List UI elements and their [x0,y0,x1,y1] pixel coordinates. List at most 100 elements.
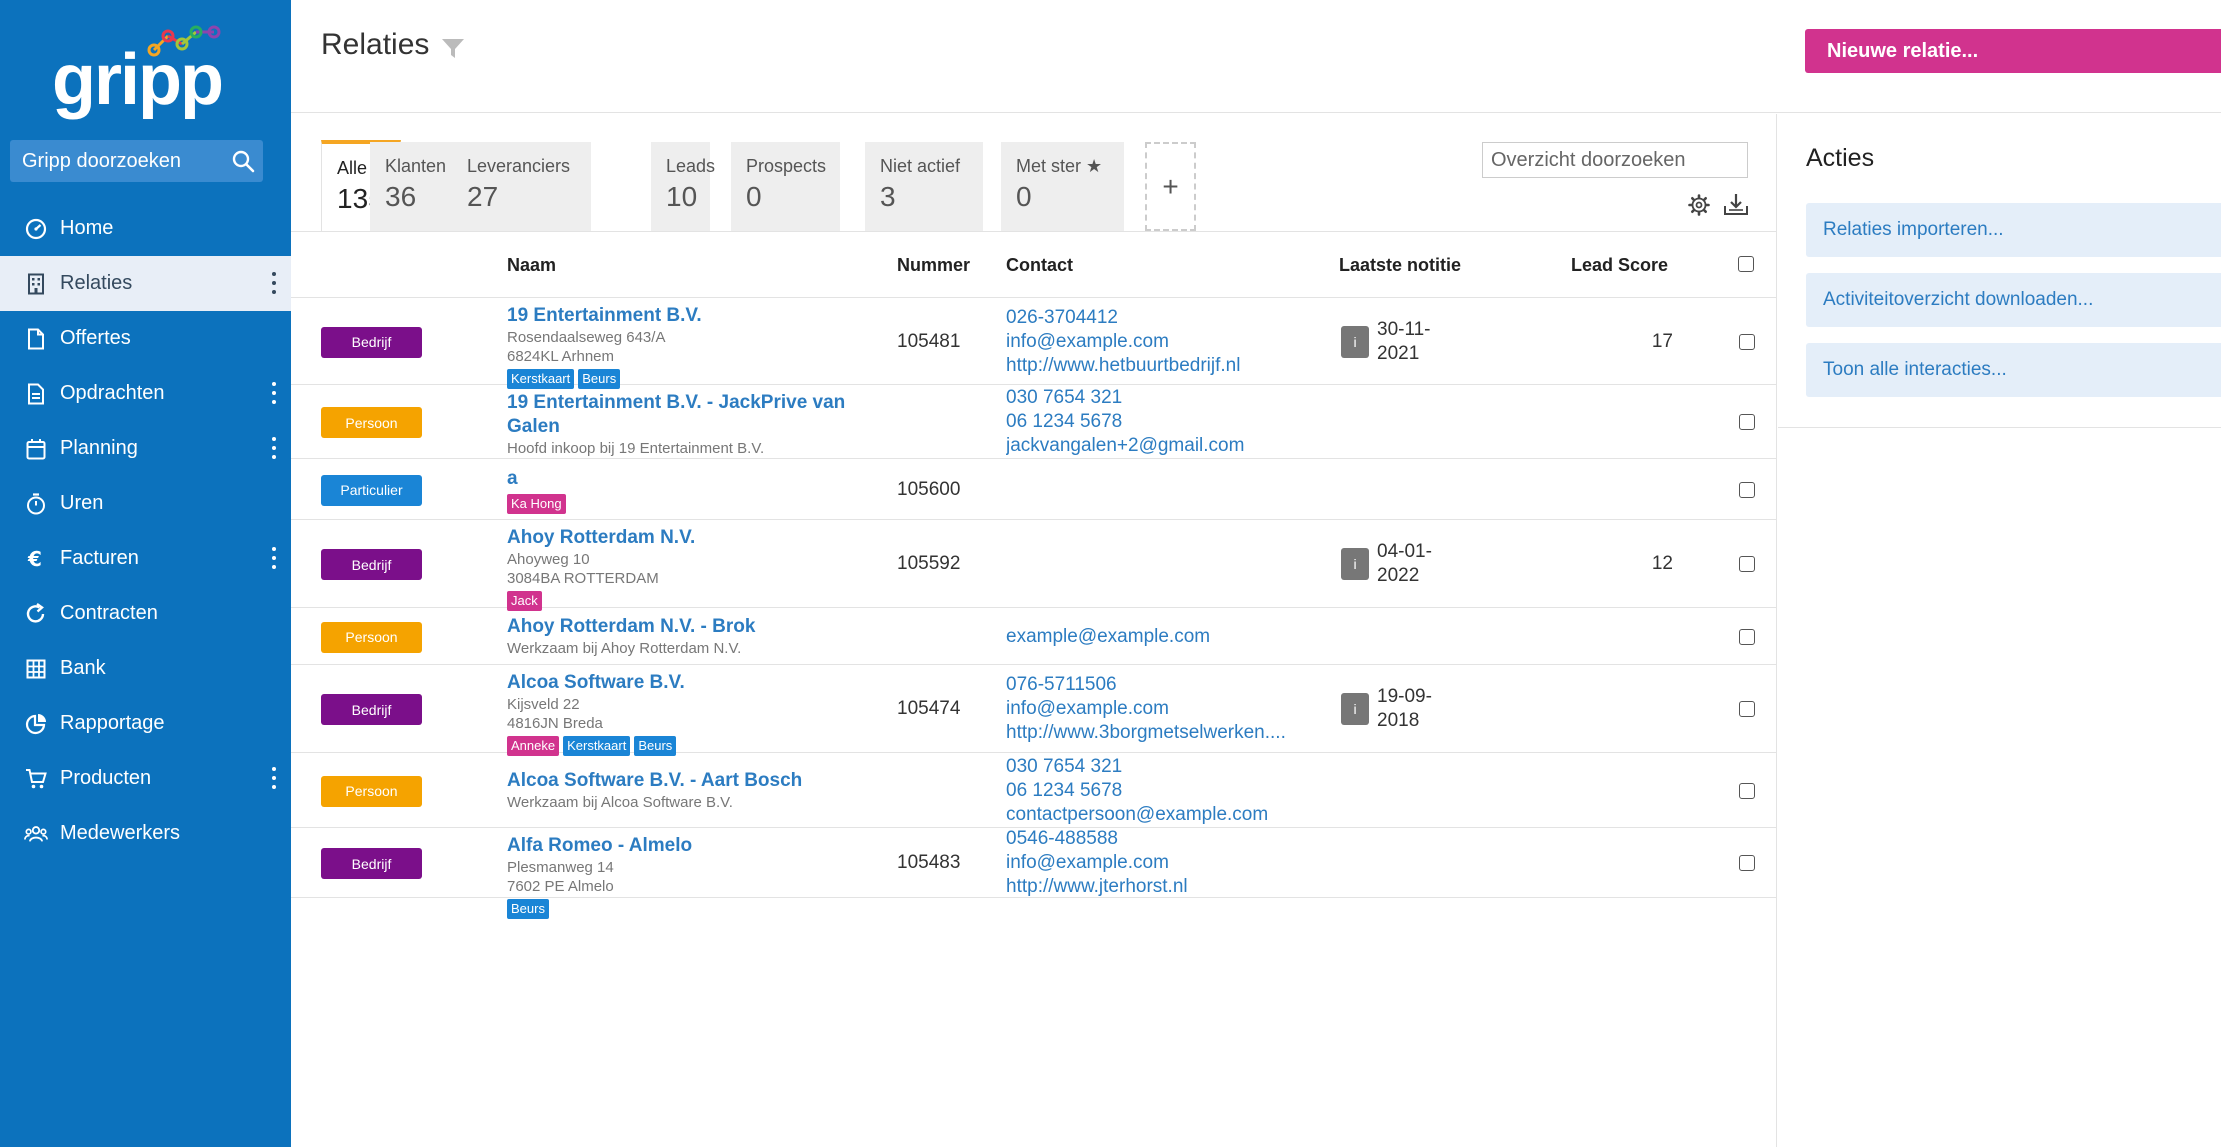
relation-type-badge: Persoon [321,621,422,653]
note-info-icon[interactable]: i [1341,693,1369,725]
main-navigation: Home Relaties Offertes Opdrachten Planning Ur… [0,201,291,861]
contact-link[interactable]: info@example.com [1006,851,1316,875]
row-checkbox[interactable] [1739,628,1755,645]
contact-link[interactable]: 0546-488588 [1006,827,1316,851]
relation-name-link[interactable]: 19 Entertainment B.V. [507,304,857,328]
tab-leveranciers[interactable]: Leveranciers 27 [452,142,591,231]
page-title: Relaties [321,28,430,61]
action-download-activity-overview-button[interactable]: Activiteitoverzicht downloaden... [1806,273,2221,327]
tab-leads[interactable]: Leads 10 [651,142,715,231]
nav-item-offertes[interactable]: Offertes [0,311,291,366]
relation-name-link[interactable]: Alfa Romeo - Almelo [507,834,857,858]
contact-cell: example@example.com [1006,625,1316,649]
tag-label[interactable]: Beurs [507,899,549,919]
contact-link[interactable]: example@example.com [1006,625,1316,649]
row-checkbox[interactable] [1739,556,1755,572]
nav-item-opdrachten[interactable]: Opdrachten [0,366,291,421]
nav-item-uren[interactable]: Uren [0,476,291,531]
select-all-checkbox[interactable] [1738,256,1754,272]
download-icon[interactable] [1723,192,1749,221]
global-search-input[interactable]: Gripp doorzoeken [10,140,263,182]
relation-type-badge: Bedrijf [321,549,422,580]
nav-item-medewerkers[interactable]: Medewerkers [0,806,291,861]
tab-klanten[interactable]: Klanten 36 [370,142,452,231]
relation-subtitle: 6824KL Arhnem [507,348,615,365]
row-checkbox[interactable] [1739,333,1755,350]
contact-link[interactable]: info@example.com [1006,697,1316,721]
nav-item-contracten[interactable]: Contracten [0,586,291,641]
nav-item-planning[interactable]: Planning [0,421,291,476]
filter-icon[interactable] [441,38,465,65]
contact-link[interactable]: 06 1234 5678 [1006,779,1316,803]
last-note-cell: i 19-09- 2018 [1341,685,1432,733]
more-options-icon[interactable] [271,767,277,789]
row-checkbox[interactable] [1739,414,1755,430]
column-lead-score[interactable]: Lead Score [1571,255,1668,276]
nav-item-label: Relaties [60,272,133,294]
column-name[interactable]: Naam [507,255,556,276]
more-options-icon[interactable] [271,547,277,569]
relation-name-link[interactable]: Ahoy Rotterdam N.V. [507,526,857,550]
relation-subtitle: Rosendaalseweg 643/A [507,329,666,346]
gripp-logo[interactable]: gripp [52,24,232,119]
building-icon [24,272,48,296]
column-contact[interactable]: Contact [1006,255,1073,276]
tab-count: 3 [880,181,896,212]
overview-search-input[interactable] [1482,142,1748,178]
row-checkbox[interactable] [1739,481,1755,498]
more-options-icon[interactable] [271,272,277,294]
nav-item-label: Bank [60,657,106,679]
note-info-icon[interactable]: i [1341,325,1369,358]
contact-link[interactable]: jackvangalen+2@gmail.com [1006,434,1316,458]
relation-subtitle: 3084BA ROTTERDAM [507,570,659,587]
row-checkbox[interactable] [1739,855,1755,871]
new-relation-button[interactable]: Nieuwe relatie... [1805,29,2221,73]
contact-link[interactable]: http://www.3borgmetselwerken.... [1006,721,1316,745]
contact-link[interactable]: http://www.jterhorst.nl [1006,875,1316,899]
add-tab-button[interactable]: + [1145,142,1196,231]
nav-item-producten[interactable]: Producten [0,751,291,806]
contact-link[interactable]: 026-3704412 [1006,306,1316,330]
column-number[interactable]: Nummer [897,255,970,276]
last-note-cell: i 04-01- 2022 [1341,540,1432,588]
relation-name-link[interactable]: Alcoa Software B.V. - Aart Bosch [507,769,857,793]
table-row: Particulier a Ka Hong 105600 [291,459,1776,520]
contact-link[interactable]: http://www.hetbuurtbedrijf.nl [1006,354,1316,378]
relation-name-link[interactable]: a [507,467,857,491]
relation-number: 105592 [897,553,961,574]
nav-item-rapportage[interactable]: Rapportage [0,696,291,751]
nav-item-facturen[interactable]: € Facturen [0,531,291,586]
nav-item-home[interactable]: Home [0,201,291,256]
contact-cell: 0546-488588 info@example.com http://www.jt… [1006,827,1316,899]
relation-name-link[interactable]: Ahoy Rotterdam N.V. - Brok [507,615,857,639]
row-checkbox[interactable] [1739,782,1755,799]
tab-count: 0 [1016,181,1032,212]
tab-label: Niet actief [880,156,961,176]
note-info-icon[interactable]: i [1341,548,1369,580]
gear-icon[interactable] [1688,194,1710,221]
nav-item-label: Rapportage [60,712,165,734]
contact-link[interactable]: 06 1234 5678 [1006,410,1316,434]
contact-link[interactable]: info@example.com [1006,330,1316,354]
search-icon[interactable] [223,149,263,173]
contact-link[interactable]: 076-5711506 [1006,673,1316,697]
contact-link[interactable]: 030 7654 321 [1006,386,1316,410]
action-show-all-interactions-button[interactable]: Toon alle interacties... [1806,343,2221,397]
contact-cell: 026-3704412 info@example.com http://www.he… [1006,306,1316,378]
relation-name-link[interactable]: 19 Entertainment B.V. - JackPrive van Ga… [507,391,857,439]
contact-link[interactable]: 030 7654 321 [1006,755,1316,779]
contact-link[interactable]: contactpersoon@example.com [1006,803,1316,827]
tag-label[interactable]: Ka Hong [507,493,566,514]
action-import-relations-button[interactable]: Relaties importeren... [1806,203,2221,257]
tab-prospects[interactable]: Prospects 0 [731,142,840,231]
more-options-icon[interactable] [271,382,277,404]
row-checkbox[interactable] [1739,701,1755,717]
tab-niet-actief[interactable]: Niet actief 3 [865,142,983,231]
more-options-icon[interactable] [271,437,277,459]
contact-cell: 030 7654 321 06 1234 5678 contactpersoon@e… [1006,755,1316,827]
nav-item-relaties[interactable]: Relaties [0,256,291,311]
tab-met-ster[interactable]: Met ster ★ 0 [1001,142,1124,231]
column-last-note[interactable]: Laatste notitie [1339,255,1461,276]
relation-name-link[interactable]: Alcoa Software B.V. [507,671,857,695]
nav-item-bank[interactable]: Bank [0,641,291,696]
